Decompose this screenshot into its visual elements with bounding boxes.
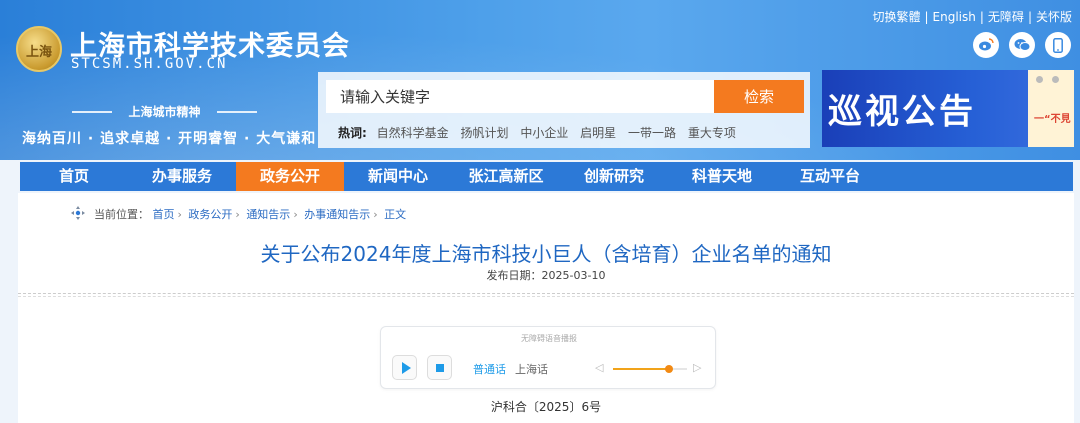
nav-item-services[interactable]: 办事服务 (128, 162, 236, 191)
publish-date-value: 2025-03-10 (541, 269, 606, 282)
search-button[interactable]: 检索 (714, 80, 804, 113)
link-care-mode[interactable]: 关怀版 (1036, 10, 1072, 24)
nav-item-zhangjiang[interactable]: 张江高新区 (452, 162, 560, 191)
divider (18, 293, 1074, 294)
article-title: 关于公布2024年度上海市科技小巨人（含培育）企业名单的通知 (260, 242, 832, 266)
lang-shanghai-option[interactable]: 上海话 (515, 361, 548, 377)
breadcrumb-item[interactable]: 办事通知告示 (304, 208, 370, 221)
volume-slider[interactable] (613, 365, 687, 373)
nav-item-popular-science[interactable]: 科普天地 (668, 162, 776, 191)
hot-words-label: 热词: (338, 126, 367, 140)
lang-mandarin-option[interactable]: 普通话 (473, 361, 506, 377)
hot-word-link[interactable]: 重大专项 (688, 126, 736, 140)
player-caption: 无障碍语音播报 (521, 334, 577, 343)
play-icon (401, 361, 411, 374)
breadcrumb-item[interactable]: 政务公开 (188, 208, 232, 221)
wechat-icon[interactable] (1009, 32, 1035, 58)
main-nav: 首页 办事服务 政务公开 新闻中心 张江高新区 创新研究 科普天地 互动平台 (20, 162, 1073, 191)
article-content: 当前位置： 首页 › 政务公开 › 通知告示 › 办事通知告示 › 正文 关于公布202… (18, 193, 1074, 423)
audio-player: 无障碍语音播报 普通话 上海话 ◁ ▷ (380, 326, 716, 389)
banner-side-text: 一“不見 (1034, 114, 1071, 125)
link-accessibility[interactable]: 无障碍 (988, 10, 1024, 24)
inspection-banner[interactable]: 巡视公告 一“不見 (822, 70, 1074, 147)
search-panel: 检索 热词: 自然科学基金 扬帆计划 中小企业 启明星 一带一路 重大专项 (318, 72, 810, 148)
banner-text: 巡视公告 (828, 92, 976, 132)
hot-word-link[interactable]: 自然科学基金 (377, 126, 449, 140)
link-english[interactable]: English (933, 10, 976, 24)
weibo-glyph-icon (979, 38, 994, 51)
breadcrumb-item[interactable]: 通知告示 (246, 208, 290, 221)
nav-item-home[interactable]: 首页 (20, 162, 128, 191)
hot-word-link[interactable]: 扬帆计划 (460, 126, 508, 140)
hot-words: 热词: 自然科学基金 扬帆计划 中小企业 启明星 一带一路 重大专项 (338, 124, 744, 141)
volume-down-icon[interactable]: ◁ (595, 361, 603, 374)
volume-up-icon[interactable]: ▷ (693, 361, 701, 374)
city-spirit-title: 上海城市精神 (72, 103, 257, 120)
weibo-icon[interactable] (973, 32, 999, 58)
emblem-text: 上海 (25, 45, 52, 60)
breadcrumb: 当前位置： 首页 › 政务公开 › 通知告示 › 办事通知告示 › 正文 (94, 208, 407, 221)
play-button[interactable] (392, 355, 417, 380)
top-links: 切换繁體 | English | 无障碍 | 关怀版 (872, 10, 1072, 24)
volume-fill (613, 368, 669, 370)
document-number: 沪科合〔2025〕6号 (490, 400, 602, 414)
banner-side-slide[interactable]: 一“不見 (1028, 70, 1074, 147)
publish-date-label: 发布日期： (486, 269, 542, 282)
stop-icon (435, 363, 444, 372)
emblem-logo-icon[interactable]: 上海 (16, 26, 62, 72)
breadcrumb-label: 当前位置： (94, 208, 149, 221)
link-traditional[interactable]: 切换繁體 (872, 10, 920, 24)
hot-word-link[interactable]: 启明星 (580, 126, 616, 140)
carousel-dot-icon[interactable] (1052, 76, 1059, 83)
site-header: 上海 上海市科学技术委员会 STCSM.SH.GOV.CN 上海城市精神 海纳百… (0, 0, 1080, 160)
search-input[interactable] (326, 80, 714, 113)
stop-button[interactable] (427, 355, 452, 380)
hot-word-link[interactable]: 中小企业 (520, 126, 568, 140)
breadcrumb-item[interactable]: 首页 (153, 208, 175, 221)
wechat-glyph-icon (1014, 39, 1030, 51)
volume-knob[interactable] (664, 365, 673, 373)
carousel-dot-icon[interactable] (1036, 76, 1043, 83)
nav-item-news[interactable]: 新闻中心 (344, 162, 452, 191)
mobile-glyph-icon (1053, 37, 1063, 53)
mobile-icon[interactable] (1045, 32, 1071, 58)
publish-date: 发布日期：2025-03-10 (18, 267, 1074, 283)
breadcrumb-item-current: 正文 (384, 208, 407, 221)
city-spirit-text: 海纳百川 · 追求卓越 · 开明睿智 · 大气谦和 (22, 131, 317, 147)
divider (18, 296, 1074, 297)
nav-item-government-affairs[interactable]: 政务公开 (236, 162, 344, 191)
site-domain: STCSM.SH.GOV.CN (71, 56, 228, 72)
nav-item-research[interactable]: 创新研究 (560, 162, 668, 191)
hot-word-link[interactable]: 一带一路 (628, 126, 676, 140)
nav-item-interaction[interactable]: 互动平台 (776, 162, 884, 191)
